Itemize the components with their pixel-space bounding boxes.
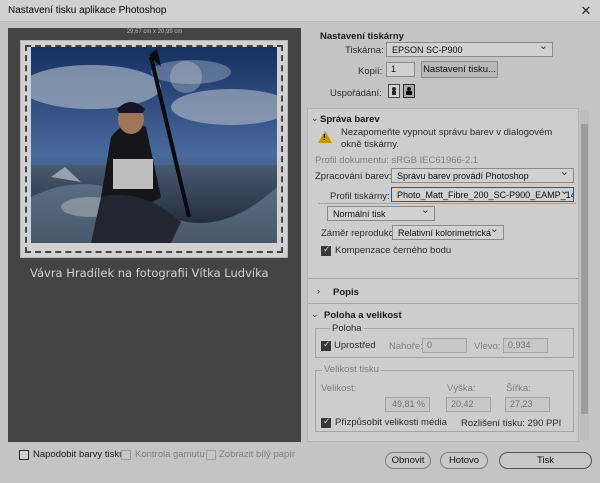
- reset-button[interactable]: Obnovit: [385, 452, 431, 469]
- printer-profile-label: Profil tiskárny:: [330, 191, 390, 202]
- title-bar: Nastavení tisku aplikace Photoshop ✕: [0, 0, 600, 22]
- close-icon[interactable]: ✕: [572, 0, 600, 22]
- black-point-checkbox[interactable]: [321, 244, 331, 256]
- position-size-header[interactable]: Poloha a velikost: [324, 310, 402, 321]
- scale-field[interactable]: 49,81 %: [385, 397, 430, 412]
- divider: [308, 278, 578, 279]
- gamut-warning-label: Kontrola gamutu: [135, 449, 205, 460]
- done-button[interactable]: Hotovo: [440, 452, 488, 469]
- paper-dimensions: 29,67 cm x 20,99 cm: [126, 29, 183, 35]
- height-label: Výška:: [447, 383, 476, 394]
- marks-header[interactable]: Popis: [333, 287, 359, 298]
- color-handling-select[interactable]: Správu barev provádí Photoshop: [391, 168, 574, 183]
- printer-profile-select[interactable]: Photo_Matt_Fibre_200_SC-P900_EAMP_1440..…: [391, 187, 574, 202]
- paper: [20, 40, 288, 258]
- rendering-intent-select[interactable]: Relativní kolorimetrická: [392, 225, 504, 240]
- color-warning-text: Nezapomeňte vypnout správu barev v dialo…: [341, 127, 553, 150]
- printer-select[interactable]: EPSON SC-P900: [386, 42, 553, 57]
- panel-scrollbar[interactable]: [580, 110, 589, 440]
- preview-photo[interactable]: [31, 47, 277, 243]
- height-field[interactable]: 20,42: [446, 397, 491, 412]
- print-button[interactable]: Tisk: [499, 452, 592, 469]
- print-resolution: Rozlišení tisku: 290 PPI: [461, 418, 562, 429]
- top-field[interactable]: 0: [422, 338, 467, 353]
- divider: [308, 303, 578, 304]
- preview-caption: Vávra Hradílek na fotografii Vítka Ludví…: [30, 266, 269, 280]
- match-colors-checkbox[interactable]: [19, 450, 29, 460]
- black-point-label: Kompenzace černého bodu: [335, 245, 452, 256]
- print-mode-select[interactable]: Normální tisk: [327, 206, 435, 221]
- show-white-checkbox[interactable]: [206, 450, 216, 460]
- copies-field[interactable]: 1: [386, 62, 415, 77]
- top-label: Nahoře:: [389, 341, 423, 352]
- left-label: Vlevo:: [474, 341, 501, 352]
- print-preview: 29,67 cm x 20,99 cm Vávra Hradílek na fo…: [8, 28, 301, 442]
- color-handling-label: Zpracování barev:: [315, 171, 392, 182]
- fit-media-checkbox[interactable]: [321, 416, 331, 428]
- width-label: Šířka:: [506, 383, 531, 394]
- rendering-intent-label: Záměr reprodukce:: [321, 228, 402, 239]
- chevron-down-icon[interactable]: ⌄: [311, 309, 319, 320]
- center-label: Uprostřed: [334, 340, 376, 351]
- landscape-icon[interactable]: [403, 84, 415, 98]
- center-checkbox[interactable]: [321, 339, 331, 351]
- document-profile: Profil dokumentu: sRGB IEC61966-2.1: [315, 155, 479, 166]
- color-management-header[interactable]: Správa barev: [320, 114, 380, 125]
- show-white-label: Zobrazit bílý papír: [219, 449, 296, 460]
- chevron-right-icon[interactable]: ›: [317, 286, 320, 296]
- window-title: Nastavení tisku aplikace Photoshop: [8, 5, 167, 16]
- printer-settings-header: Nastavení tiskárny: [320, 31, 404, 42]
- position-group-label: Poloha: [330, 323, 364, 334]
- width-field[interactable]: 27,23: [505, 397, 550, 412]
- photo-image: [31, 47, 277, 243]
- portrait-icon[interactable]: [388, 84, 400, 98]
- left-field[interactable]: 0,934: [503, 338, 548, 353]
- print-settings-button[interactable]: Nastavení tisku...: [421, 61, 498, 78]
- scaled-size-group-label: Velikost tisku: [322, 364, 381, 375]
- printer-label: Tiskárna:: [345, 45, 384, 56]
- copies-label: Kopií:: [358, 66, 383, 77]
- gamut-warning-checkbox[interactable]: [121, 450, 131, 460]
- divider: [318, 203, 576, 204]
- match-colors-label: Napodobit barvy tisku: [33, 449, 125, 460]
- fit-media-label: Přizpůsobit velikosti média: [335, 417, 447, 428]
- scrollbar-thumb[interactable]: [581, 124, 588, 414]
- scale-label: Velikost:: [321, 383, 357, 394]
- layout-label: Uspořádání:: [330, 88, 382, 99]
- chevron-down-icon[interactable]: ⌄: [311, 113, 319, 124]
- warning-icon: [318, 131, 332, 143]
